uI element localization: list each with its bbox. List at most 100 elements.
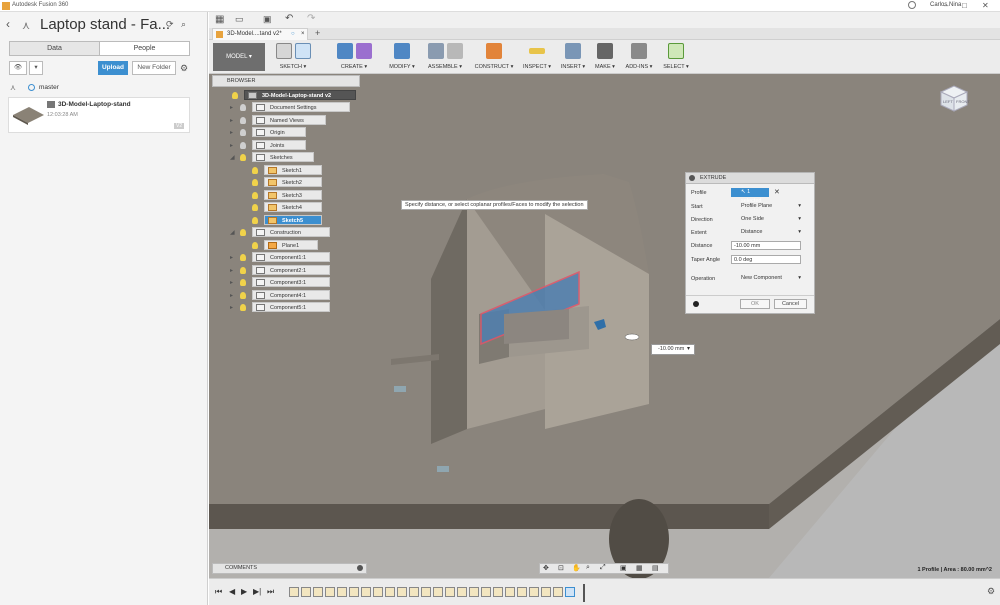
- visibility-icon[interactable]: [252, 166, 258, 174]
- visibility-icon[interactable]: [240, 266, 246, 274]
- timeline-next-icon[interactable]: ▶|: [253, 587, 261, 596]
- inspect-group[interactable]: INSPECT ▾: [521, 43, 553, 73]
- browser-node-sketches[interactable]: ◢ Sketches: [230, 152, 314, 162]
- comments-toggle-icon[interactable]: [357, 565, 363, 571]
- file-card[interactable]: 3D-Model-Laptop-stand 12:03:28 AM V2: [8, 97, 190, 133]
- fit-icon[interactable]: ⤢: [600, 564, 606, 572]
- direction-dropdown[interactable]: One Side ▾: [731, 215, 804, 224]
- visibility-icon[interactable]: [240, 141, 246, 149]
- search-icon[interactable]: ⌕: [181, 19, 186, 30]
- operation-dropdown[interactable]: New Component ▾: [731, 274, 804, 283]
- insert-group[interactable]: INSERT ▾: [559, 43, 587, 73]
- add-ins-group[interactable]: ADD-INS ▾: [623, 43, 655, 73]
- timeline-settings-icon[interactable]: ⚙: [987, 586, 995, 597]
- visibility-icon[interactable]: [252, 204, 258, 211]
- timeline-feature[interactable]: [529, 587, 539, 597]
- assemble-group[interactable]: ASSEMBLE ▾: [423, 43, 467, 73]
- visibility-icon[interactable]: [240, 129, 246, 136]
- expand-arrow-icon[interactable]: ▸: [230, 141, 233, 151]
- browser-node-component4[interactable]: ▸ Component4:1: [230, 289, 330, 300]
- chevron-down-icon[interactable]: ▾: [29, 61, 43, 75]
- distance-manipulator[interactable]: [624, 333, 640, 341]
- expand-arrow-icon[interactable]: ▸: [230, 116, 233, 126]
- browser-node-sketch3[interactable]: Sketch3: [252, 189, 322, 200]
- timeline-feature[interactable]: [325, 587, 335, 597]
- pan-icon[interactable]: ✋: [572, 564, 581, 572]
- visibility-icon[interactable]: [240, 229, 246, 236]
- workspace-switcher[interactable]: MODEL ▾: [213, 43, 265, 71]
- expand-arrow-icon[interactable]: ▸: [230, 103, 233, 113]
- profile-selector[interactable]: ↖ 1 selected: [731, 188, 769, 204]
- timeline-prev-icon[interactable]: ◀: [229, 587, 235, 596]
- start-dropdown[interactable]: Profile Plane ▾: [731, 202, 804, 211]
- minimize-icon[interactable]: –: [944, 1, 948, 10]
- distance-dropdown-icon[interactable]: ▾: [687, 345, 690, 352]
- grid-settings-icon[interactable]: ▦: [636, 564, 643, 572]
- browser-node-plane1[interactable]: Plane1: [252, 239, 318, 250]
- extrude-header[interactable]: EXTRUDE: [686, 173, 814, 184]
- browser-node-construction[interactable]: ◢ Construction: [230, 227, 330, 237]
- timeline-feature[interactable]: [385, 587, 395, 597]
- canvas-viewport[interactable]: BROWSER 3D-Model-Laptop-stand v2 ▸ Docume…: [209, 74, 1000, 578]
- visibility-icon[interactable]: [252, 241, 258, 249]
- make-group[interactable]: MAKE ▾: [593, 43, 617, 73]
- eye-icon[interactable]: 👁: [9, 61, 27, 75]
- browser-root[interactable]: 3D-Model-Laptop-stand v2: [232, 90, 356, 100]
- expand-arrow-icon[interactable]: ▸: [230, 303, 233, 313]
- browser-node-component3[interactable]: ▸ Component3:1: [230, 277, 330, 287]
- viewports-icon[interactable]: ▤: [652, 564, 659, 572]
- timeline-first-icon[interactable]: ⏮: [215, 587, 222, 597]
- timeline-feature[interactable]: [565, 587, 575, 597]
- browser-node-sketch4[interactable]: Sketch4: [252, 202, 322, 212]
- clear-selection-icon[interactable]: ✕: [774, 188, 780, 196]
- timeline-feature[interactable]: [445, 587, 455, 597]
- browser-node-sketch1[interactable]: Sketch1: [252, 164, 322, 175]
- viewcube-icon[interactable]: [937, 84, 971, 112]
- save-icon[interactable]: ▣: [263, 14, 272, 25]
- info-icon[interactable]: [693, 301, 699, 307]
- timeline-feature[interactable]: [289, 587, 299, 597]
- timeline-feature[interactable]: [313, 587, 323, 597]
- tab-people[interactable]: People: [100, 42, 189, 55]
- visibility-icon[interactable]: [252, 179, 258, 186]
- browser-node-document-settings[interactable]: ▸ Document Settings: [230, 102, 350, 112]
- visibility-icon[interactable]: [240, 279, 246, 286]
- model-scene[interactable]: [209, 74, 1000, 578]
- visibility-icon[interactable]: [240, 254, 246, 261]
- browser-node-named-views[interactable]: ▸ Named Views: [230, 114, 326, 125]
- orbit-icon[interactable]: ✥: [543, 564, 549, 572]
- close-icon[interactable]: ✕: [982, 1, 989, 10]
- expand-arrow-icon[interactable]: ▸: [230, 291, 233, 301]
- zoom-icon[interactable]: ⌕: [586, 564, 590, 572]
- browser-node-origin[interactable]: ▸ Origin: [230, 127, 306, 137]
- timeline-feature[interactable]: [301, 587, 311, 597]
- visibility-icon[interactable]: [232, 92, 238, 99]
- document-tab[interactable]: 3D-Model....tand v2* ○ ×: [212, 28, 308, 40]
- visibility-icon[interactable]: [252, 191, 258, 199]
- expand-arrow-icon[interactable]: ◢: [230, 153, 235, 163]
- file-menu-icon[interactable]: ▭: [235, 14, 244, 25]
- redo-icon[interactable]: ↷: [307, 13, 315, 24]
- timeline-feature[interactable]: [457, 587, 467, 597]
- upload-button[interactable]: Upload: [98, 61, 128, 75]
- visibility-icon[interactable]: [240, 116, 246, 124]
- timeline-feature[interactable]: [433, 587, 443, 597]
- ok-button[interactable]: OK: [740, 299, 770, 309]
- select-group[interactable]: SELECT ▾: [661, 43, 691, 73]
- timeline-feature[interactable]: [337, 587, 347, 597]
- new-folder-button[interactable]: New Folder: [132, 61, 176, 75]
- timeline-feature[interactable]: [397, 587, 407, 597]
- back-icon[interactable]: ‹: [6, 17, 10, 31]
- browser-node-sketch5[interactable]: Sketch5: [252, 214, 322, 225]
- timeline-last-icon[interactable]: ⏭: [267, 587, 274, 597]
- gear-icon[interactable]: ⚙: [180, 63, 188, 74]
- construct-group[interactable]: CONSTRUCT ▾: [473, 43, 515, 73]
- cancel-button[interactable]: Cancel: [774, 299, 807, 309]
- sketch-group[interactable]: SKETCH ▾: [269, 43, 317, 73]
- visibility-icon[interactable]: [240, 104, 246, 111]
- expand-arrow-icon[interactable]: ◢: [230, 228, 235, 238]
- timeline-feature[interactable]: [421, 587, 431, 597]
- timeline-feature[interactable]: [493, 587, 503, 597]
- visibility-icon[interactable]: [240, 304, 246, 311]
- comments-bar[interactable]: COMMENTS: [212, 563, 367, 574]
